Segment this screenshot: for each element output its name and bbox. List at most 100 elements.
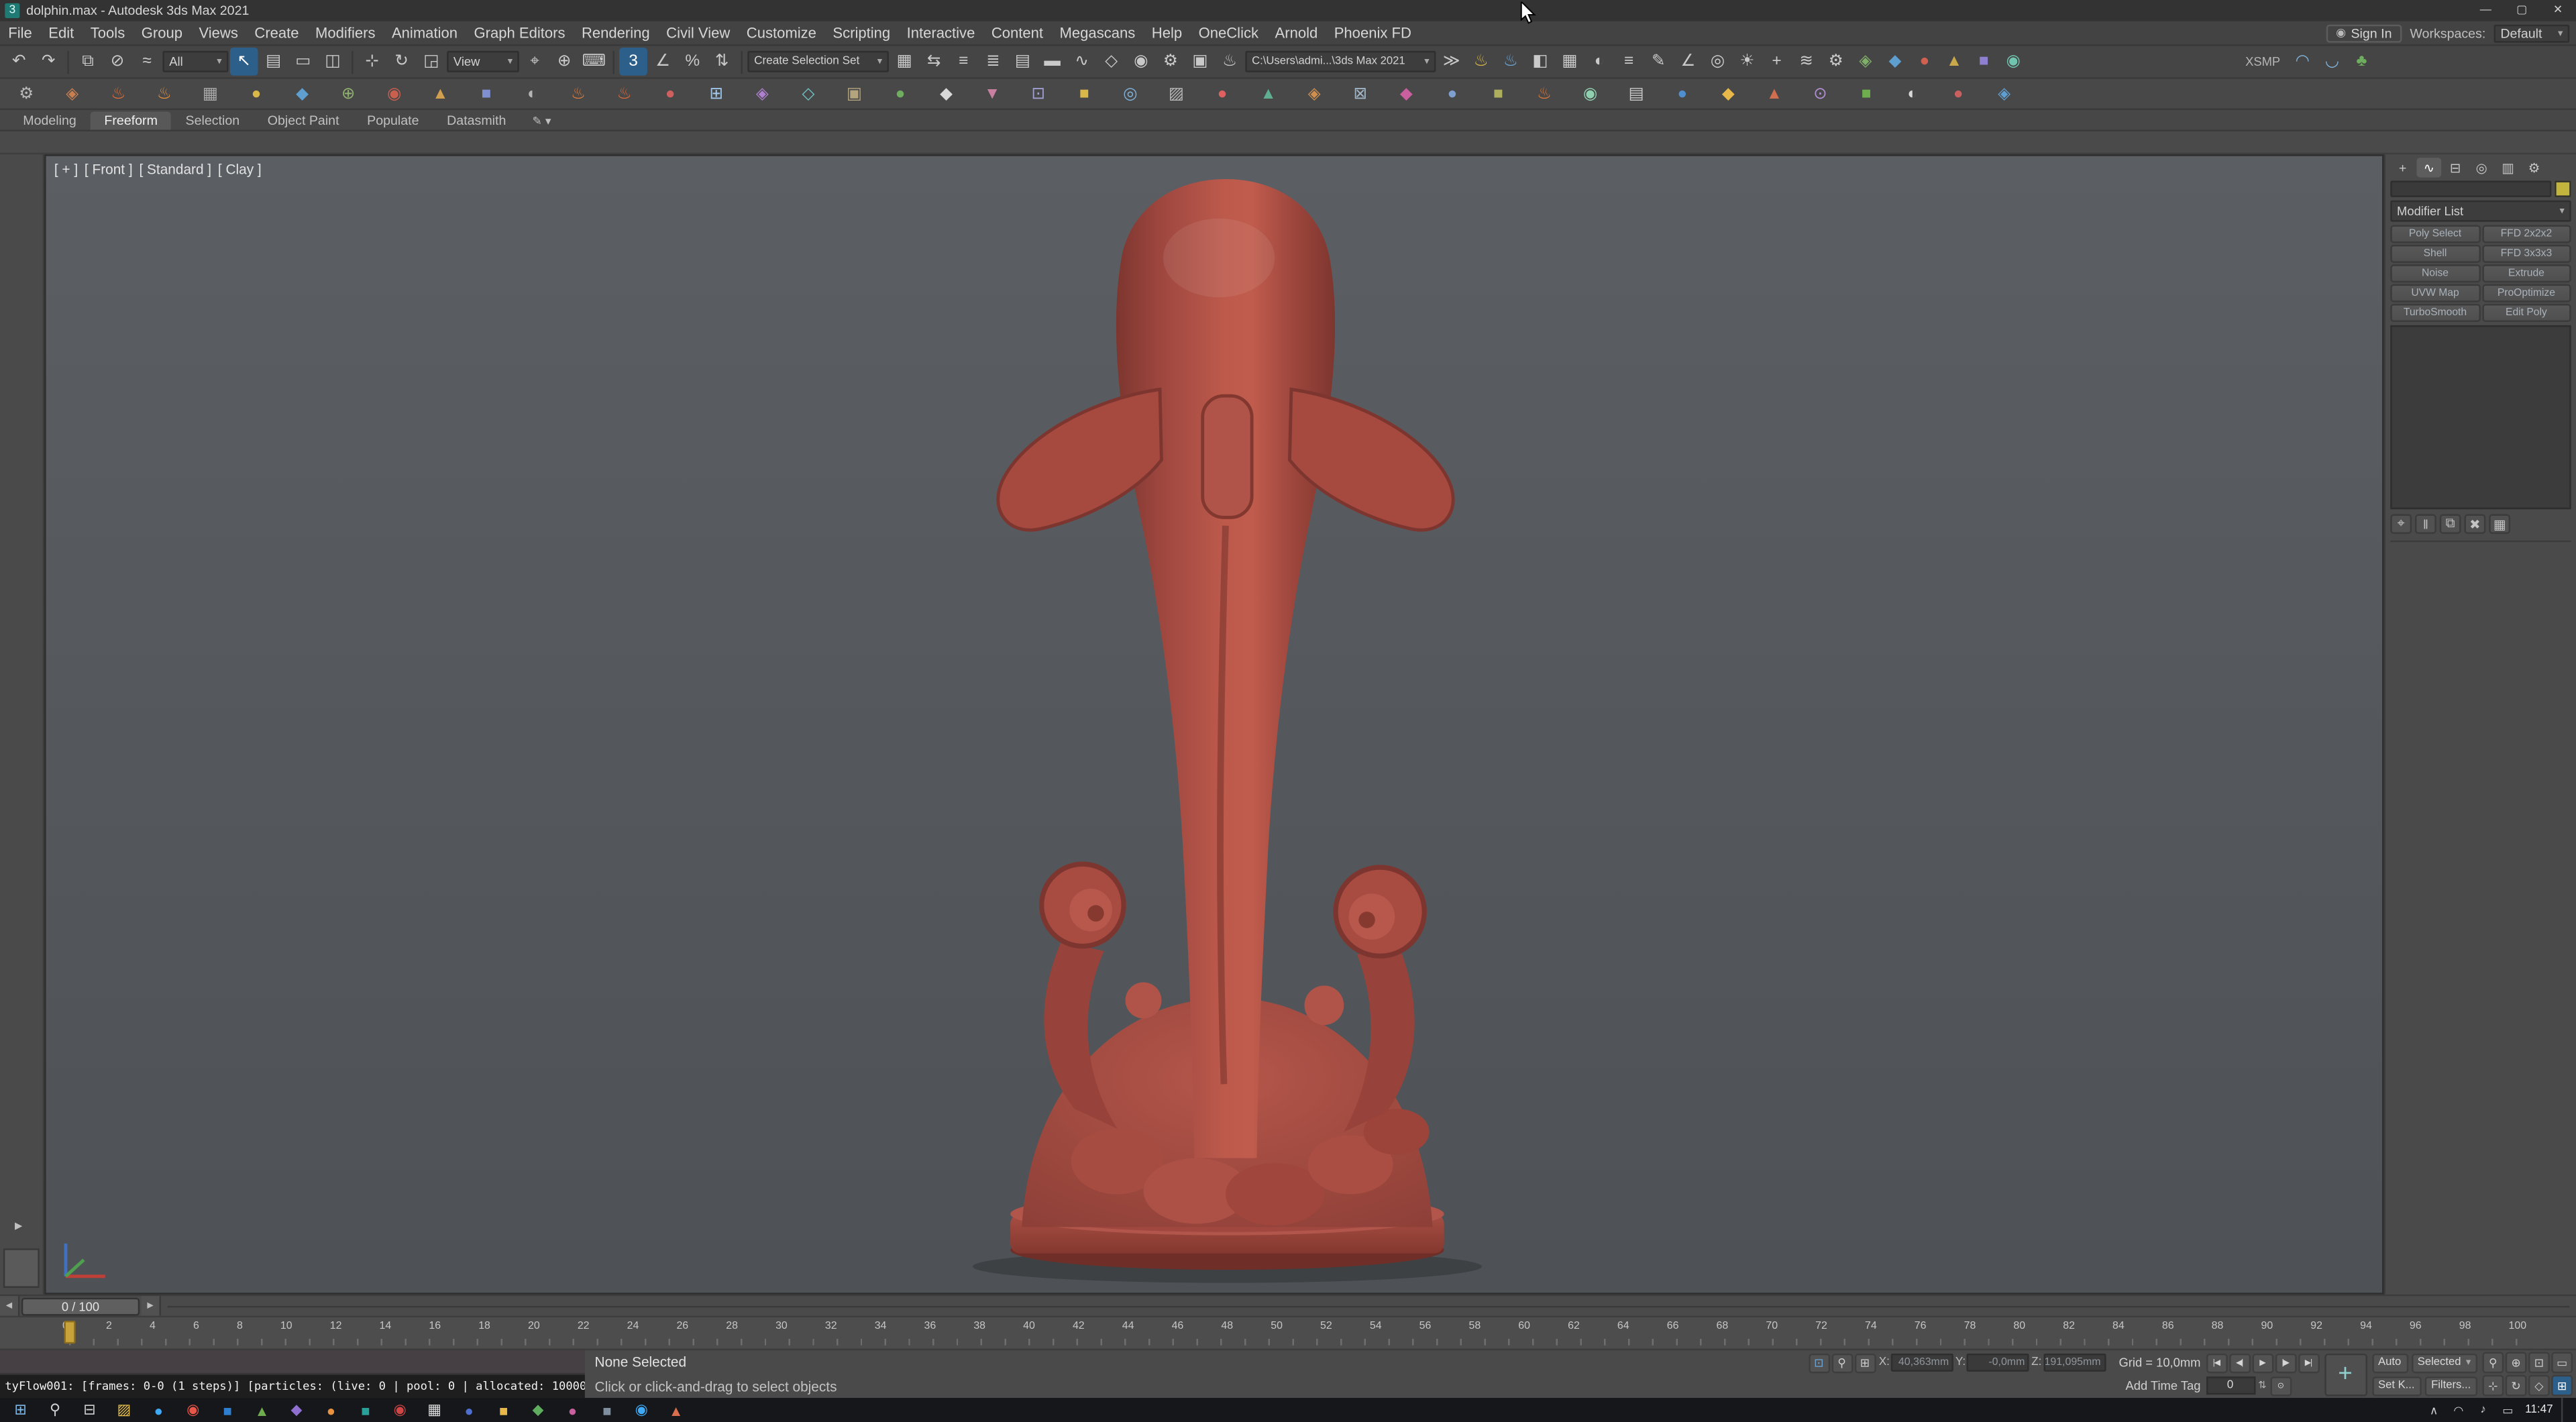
plugin-toolbar-icon[interactable]: ♨: [151, 80, 177, 107]
task-view-button[interactable]: ⊟: [79, 1400, 101, 1421]
coordinate-field[interactable]: -0,0mm: [1967, 1353, 2030, 1372]
maximize-button[interactable]: ▢: [2504, 0, 2540, 21]
plugin-toolbar-icon[interactable]: ▲: [427, 80, 453, 107]
modifier-set-button[interactable]: Noise: [2390, 264, 2480, 283]
plugin-toolbar-icon[interactable]: ▨: [1163, 80, 1189, 107]
modifier-set-button[interactable]: ProOptimize: [2481, 284, 2571, 303]
edit-named-sets-icon[interactable]: ▦: [890, 48, 918, 76]
plugin-toolbar-icon[interactable]: ■: [1071, 80, 1097, 107]
xsmp-button[interactable]: XSMP: [2239, 54, 2287, 69]
next-frame-button[interactable]: |▶: [2274, 1352, 2296, 1373]
plugin-toolbar-icon[interactable]: ◎: [1117, 80, 1143, 107]
maxscript-mini-listener[interactable]: tyFlow001: [frames: 0-0 (1 steps)] [part…: [0, 1350, 585, 1399]
plugin-toolbar-icon[interactable]: ■: [1853, 80, 1879, 107]
use-pivot-point-icon[interactable]: ⌖: [521, 48, 549, 76]
keyboard-override-icon[interactable]: ⌨: [580, 48, 608, 76]
plugin-toolbar-icon[interactable]: ●: [1209, 80, 1235, 107]
align-icon[interactable]: ≡: [950, 48, 978, 76]
systems-icon[interactable]: ⚙: [1822, 48, 1850, 76]
menu-item[interactable]: Graph Editors: [466, 25, 573, 41]
previous-frame-button[interactable]: ◀|: [2229, 1352, 2250, 1373]
current-frame-field[interactable]: 0: [2205, 1376, 2255, 1395]
plugin-toolbar-icon[interactable]: ▦: [197, 80, 223, 107]
plugin-toolbar-icon[interactable]: ◉: [1577, 80, 1603, 107]
angle-snap-icon[interactable]: ∠: [649, 48, 677, 76]
undo-icon[interactable]: ↶: [5, 48, 33, 76]
selection-lock-icon[interactable]: ⚲: [1831, 1352, 1853, 1373]
viewport-label-segment[interactable]: [ + ]: [54, 161, 78, 177]
plugin-toolbar-icon[interactable]: ■: [1485, 80, 1511, 107]
menu-item[interactable]: Interactive: [898, 25, 983, 41]
window-cr crossing-toggle-icon[interactable]: ◫: [319, 48, 347, 76]
zoom-all-icon[interactable]: ⊕: [2505, 1352, 2527, 1374]
taskbar-app-icon[interactable]: ▨: [113, 1400, 135, 1421]
menu-item[interactable]: Animation: [384, 25, 466, 41]
ribbon-tab[interactable]: Freeform: [91, 111, 171, 130]
modifier-set-button[interactable]: Edit Poly: [2481, 304, 2571, 323]
plugin-toolbar-icon[interactable]: ◆: [289, 80, 315, 107]
select-and-rotate-icon[interactable]: ↻: [388, 48, 416, 76]
search-button[interactable]: ⚲: [44, 1400, 66, 1421]
timeline-ruler[interactable]: 0246810121416182022242628303234363840424…: [0, 1315, 2576, 1349]
viewport-label-segment[interactable]: [ Standard ]: [139, 161, 211, 177]
reference-coordinate-select[interactable]: View: [447, 50, 519, 72]
plugin-toolbar-icon[interactable]: ♨: [565, 80, 591, 107]
taskbar-app-icon[interactable]: ■: [596, 1400, 618, 1421]
select-and-move-icon[interactable]: ⊹: [358, 48, 386, 76]
sign-in-button[interactable]: ◉ Sign In: [2326, 23, 2402, 42]
taskbar-app-icon[interactable]: ◆: [527, 1400, 549, 1421]
plugin-toolbar-icon[interactable]: ◈: [1991, 80, 2017, 107]
viewport[interactable]: [ + ] [ Front ] [ Standard ] [ Clay ]: [44, 154, 2384, 1295]
selection-filter-select[interactable]: All: [162, 50, 229, 72]
plugin-toolbar-icon[interactable]: ●: [1945, 80, 1972, 107]
make-unique-icon[interactable]: ⧉: [2439, 514, 2461, 534]
maximize-viewport-toggle-icon[interactable]: ⊞: [2551, 1374, 2573, 1397]
menu-item[interactable]: Views: [191, 25, 246, 41]
ribbon-tab[interactable]: Object Paint: [254, 112, 352, 130]
coordinate-field[interactable]: 191,095mm: [2043, 1353, 2106, 1372]
measure-icon[interactable]: ∠: [1674, 48, 1703, 76]
configure-modifier-sets-icon[interactable]: ▦: [2489, 514, 2511, 534]
plugin-tool-icon-2[interactable]: ◆: [1881, 48, 1909, 76]
ribbon-config-icon[interactable]: ✎ ▾: [533, 115, 551, 129]
workspace-select[interactable]: Default: [2493, 23, 2570, 42]
plugin-toolbar-icon[interactable]: ⊙: [1807, 80, 1833, 107]
plugin-toolbar-icon[interactable]: ♨: [105, 80, 131, 107]
time-slider-handle[interactable]: 0 / 100: [21, 1297, 140, 1315]
render-gpu-icon[interactable]: ♨: [1467, 48, 1495, 76]
scene-explorer-icon[interactable]: ≣: [979, 48, 1008, 76]
rendered-frame-icon[interactable]: ▣: [1186, 48, 1214, 76]
time-slider-next-button[interactable]: ▶: [141, 1295, 162, 1317]
foliage-tool-icon[interactable]: ♣: [2348, 48, 2376, 76]
plugin-toolbar-icon[interactable]: ◉: [381, 80, 407, 107]
listener-output-line[interactable]: tyFlow001: [frames: 0-0 (1 steps)] [part…: [0, 1374, 585, 1399]
arc-tool-2-icon[interactable]: ◡: [2318, 48, 2347, 76]
project-path-combo[interactable]: C:\Users\admi...\3ds Max 2021: [1245, 50, 1436, 72]
ribbon-tab[interactable]: Selection: [172, 112, 253, 130]
rectangular-selection-region-icon[interactable]: ▭: [289, 48, 317, 76]
menu-item[interactable]: Customize: [739, 25, 825, 41]
taskbar-app-icon[interactable]: ●: [148, 1400, 169, 1421]
plugin-toolbar-icon[interactable]: ●: [887, 80, 913, 107]
taskbar-app-icon[interactable]: ◉: [389, 1400, 411, 1421]
motion-tab-icon[interactable]: ◎: [2469, 158, 2494, 177]
show-end-result-icon[interactable]: ‖: [2415, 514, 2436, 534]
menu-item[interactable]: File: [0, 25, 40, 41]
script-editor-icon[interactable]: ✎: [1644, 48, 1672, 76]
start-button[interactable]: ⊞: [10, 1400, 32, 1421]
plugin-toolbar-icon[interactable]: ▤: [1623, 80, 1650, 107]
menu-item[interactable]: Megascans: [1051, 25, 1143, 41]
taskbar-app-icon[interactable]: ▦: [424, 1400, 445, 1421]
select-object-icon[interactable]: ↖: [229, 48, 258, 76]
plugin-tool-icon-1[interactable]: ◈: [1851, 48, 1880, 76]
go-to-end-button[interactable]: ▶|: [2297, 1352, 2319, 1373]
taskbar-app-icon[interactable]: ■: [493, 1400, 515, 1421]
plugin-tool-icon-4[interactable]: ▲: [1940, 48, 1968, 76]
plugin-tool-icon-3[interactable]: ●: [1911, 48, 1939, 76]
isolate-selection-icon[interactable]: ⊡: [1808, 1352, 1830, 1373]
overflow-menu-icon[interactable]: ≫: [1438, 48, 1466, 76]
bind-to-spacewarp-icon[interactable]: ≈: [133, 48, 161, 76]
arc-tool-icon[interactable]: ◠: [2288, 48, 2316, 76]
menu-item[interactable]: Create: [246, 25, 307, 41]
select-and-link-icon[interactable]: ⧉: [74, 48, 102, 76]
